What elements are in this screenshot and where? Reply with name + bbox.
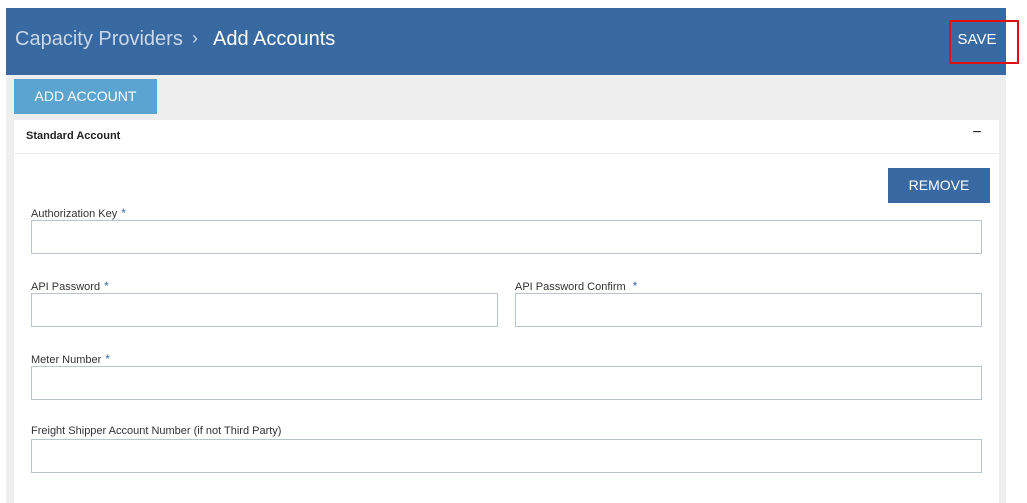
meter-number-label: Meter Number * <box>31 352 110 366</box>
save-button[interactable]: SAVE <box>950 20 1004 62</box>
required-marker: * <box>632 279 638 293</box>
required-marker: * <box>121 206 126 220</box>
api-password-input[interactable] <box>31 293 498 327</box>
minus-icon[interactable]: − <box>969 125 985 141</box>
app-container: Capacity Providers › Add Accounts SAVE A… <box>6 8 1006 503</box>
meter-number-input[interactable] <box>31 366 982 400</box>
required-marker: * <box>104 279 109 293</box>
card-title: Standard Account <box>26 130 121 142</box>
breadcrumb-separator-icon: › <box>192 28 198 48</box>
remove-button[interactable]: REMOVE <box>888 168 990 203</box>
api-password-label: API Password * <box>31 279 109 293</box>
page-header: Capacity Providers › Add Accounts SAVE <box>6 8 1006 75</box>
authorization-key-label: Authorization Key * <box>31 206 126 220</box>
add-account-button[interactable]: ADD ACCOUNT <box>14 79 157 114</box>
required-marker: * <box>105 352 110 366</box>
card-header[interactable]: Standard Account − <box>14 120 999 154</box>
api-password-confirm-label: API Password Confirm * <box>515 279 638 293</box>
freight-shipper-account-input[interactable] <box>31 439 982 473</box>
page-title: Add Accounts <box>213 28 336 50</box>
breadcrumb-capacity-providers[interactable]: Capacity Providers <box>15 28 183 51</box>
standard-account-card: Standard Account − REMOVE Authorization … <box>14 120 999 503</box>
authorization-key-input[interactable] <box>31 220 982 254</box>
freight-shipper-account-label: Freight Shipper Account Number (if not T… <box>31 425 282 437</box>
api-password-confirm-input[interactable] <box>515 293 982 327</box>
